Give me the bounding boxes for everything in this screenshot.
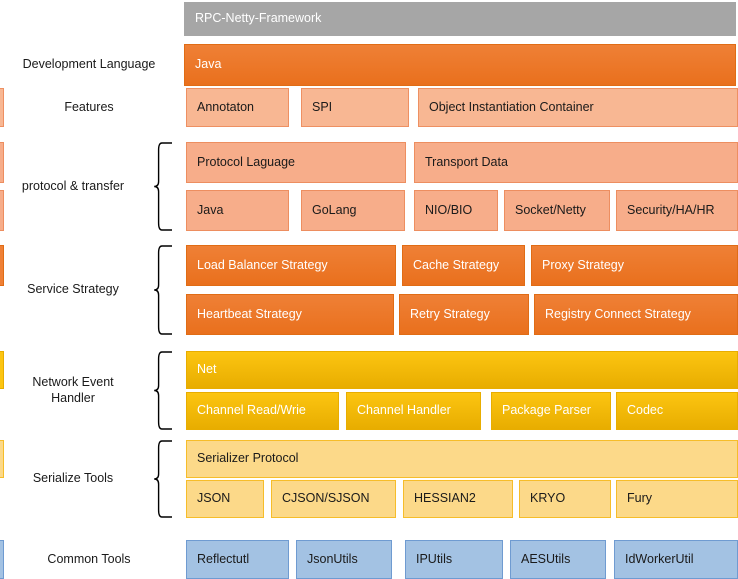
box-load-balancer-strategy[interactable]: Load Balancer Strategy [186, 245, 396, 286]
row-label-features: Features [64, 99, 114, 114]
box-aesutils[interactable]: AESUtils [510, 540, 606, 579]
box-protocol-laguage[interactable]: Protocol Laguage [186, 142, 406, 183]
box-java-protocol[interactable]: Java [186, 190, 289, 231]
box-jsonutils[interactable]: JsonUtils [296, 540, 392, 579]
box-proxy-strategy[interactable]: Proxy Strategy [531, 245, 738, 286]
framework-title-bar[interactable]: RPC-Netty-Framework [184, 2, 736, 36]
box-net[interactable]: Net [186, 351, 738, 389]
box-package-parser[interactable]: Package Parser [491, 392, 611, 430]
row-label-protocol-transfer: protocol & transfer [21, 178, 125, 193]
box-hessian2[interactable]: HESSIAN2 [403, 480, 513, 518]
box-idworkerutil[interactable]: IdWorkerUtil [614, 540, 738, 579]
brace-network-event-handler [152, 351, 174, 430]
box-serializer-protocol[interactable]: Serializer Protocol [186, 440, 738, 478]
box-socket-netty[interactable]: Socket/Netty [504, 190, 610, 231]
box-cache-strategy[interactable]: Cache Strategy [402, 245, 525, 286]
box-channel-handler[interactable]: Channel Handler [346, 392, 481, 430]
box-codec[interactable]: Codec [616, 392, 738, 430]
brace-service-strategy [152, 245, 174, 335]
box-kryo[interactable]: KRYO [519, 480, 611, 518]
row-label-network-event-handler: Network Event Handler [32, 374, 114, 405]
box-fury[interactable]: Fury [616, 480, 738, 518]
box-nio-bio[interactable]: NIO/BIO [414, 190, 498, 231]
box-annotaton[interactable]: Annotaton [186, 88, 289, 127]
box-reflectutl[interactable]: Reflectutl [186, 540, 289, 579]
box-object-instantiation-container[interactable]: Object Instantiation Container [418, 88, 738, 127]
box-spi[interactable]: SPI [301, 88, 409, 127]
row-label-common-tools: Common Tools [47, 551, 131, 566]
box-retry-strategy[interactable]: Retry Strategy [399, 294, 529, 335]
brace-serialize-tools [152, 440, 174, 518]
box-transport-data[interactable]: Transport Data [414, 142, 738, 183]
row-label-service-strategy: Service Strategy [27, 282, 119, 297]
architecture-diagram: Development Language Features protocol & t… [0, 0, 738, 579]
row-label-development-language: Development Language [22, 57, 156, 72]
box-heartbeat-strategy[interactable]: Heartbeat Strategy [186, 294, 394, 335]
box-registry-connect-strategy[interactable]: Registry Connect Strategy [534, 294, 738, 335]
box-golang[interactable]: GoLang [301, 190, 405, 231]
box-java-language[interactable]: Java [184, 44, 736, 86]
box-json[interactable]: JSON [186, 480, 264, 518]
box-security-ha-hr[interactable]: Security/HA/HR [616, 190, 738, 231]
box-channel-read-wrie[interactable]: Channel Read/Wrie [186, 392, 339, 430]
row-label-serialize-tools: Serialize Tools [32, 471, 114, 486]
box-cjson-sjson[interactable]: CJSON/SJSON [271, 480, 396, 518]
box-iputils[interactable]: IPUtils [405, 540, 503, 579]
brace-protocol-transfer [152, 142, 174, 231]
